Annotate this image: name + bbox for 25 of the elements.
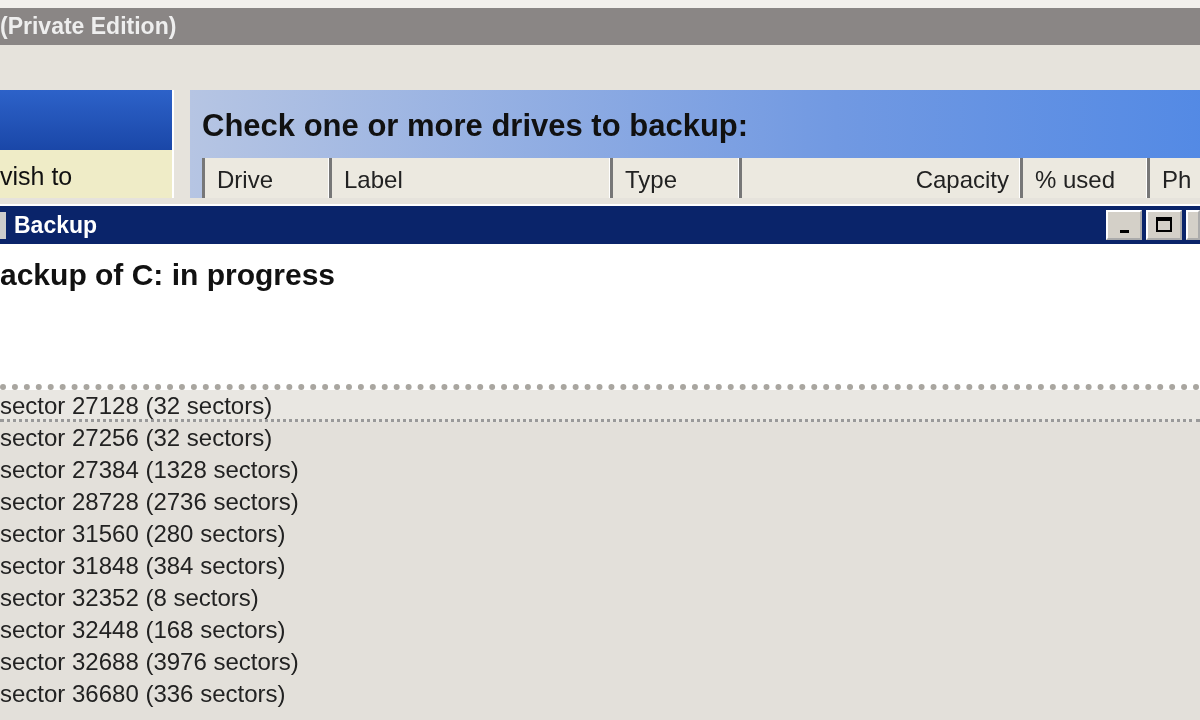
window-title: Backup xyxy=(0,211,98,239)
log-entry[interactable]: sector 36680 (336 sectors) xyxy=(0,678,296,710)
column-header[interactable]: % used xyxy=(1020,158,1147,198)
log-entry[interactable]: sector 27384 (1328 sectors) xyxy=(0,454,309,486)
log-entry[interactable]: sector 32448 (168 sectors) xyxy=(0,614,296,646)
column-header[interactable]: Label xyxy=(329,158,610,198)
sidebar-text: vish to xyxy=(0,150,172,198)
log-entry[interactable]: sector 31560 (280 sectors) xyxy=(0,518,296,550)
log-entry[interactable]: sector 32688 (3976 sectors) xyxy=(0,646,309,678)
log-entry[interactable]: sector 31848 (384 sectors) xyxy=(0,550,296,582)
column-header[interactable]: Capacity xyxy=(739,158,1020,198)
window-title: (Private Edition) xyxy=(0,13,177,40)
log-entry[interactable]: sector 32352 (8 sectors) xyxy=(0,582,269,614)
status-text: ackup of C: in progress xyxy=(0,257,337,292)
column-header[interactable]: Type xyxy=(610,158,739,198)
heading: Check one or more drives to backup: xyxy=(201,107,750,145)
log-entry[interactable]: sector 28728 (2736 sectors) xyxy=(0,486,309,518)
column-header[interactable]: Drive xyxy=(202,158,329,198)
column-header[interactable]: Ph xyxy=(1147,158,1200,198)
log-entry[interactable]: sector 27256 (32 sectors) xyxy=(0,422,283,454)
minimize-icon xyxy=(1119,229,1129,233)
log-entry[interactable]: sector 27128 (32 sectors) xyxy=(0,390,1200,422)
maximize-icon xyxy=(1154,215,1174,235)
minimize-button[interactable] xyxy=(1106,210,1142,240)
maximize-button[interactable] xyxy=(1146,210,1182,240)
